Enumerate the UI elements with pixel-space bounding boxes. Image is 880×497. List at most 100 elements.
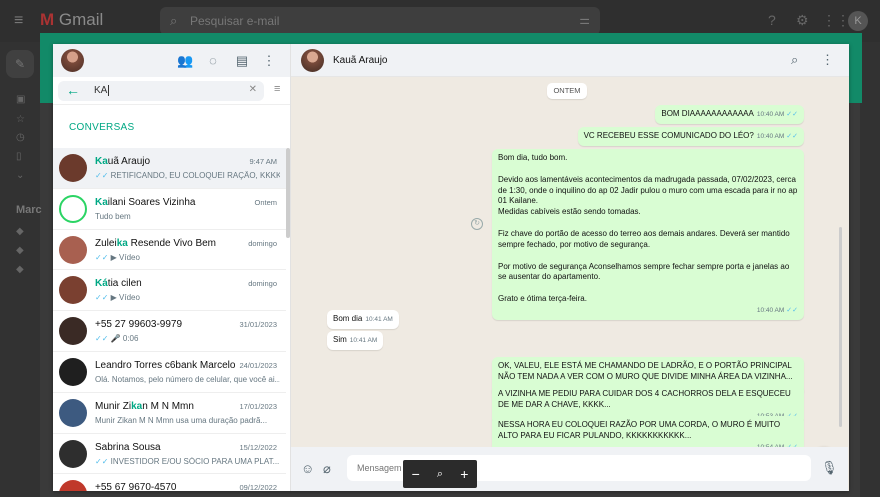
- gmail-search-input[interactable]: ⌕ Pesquisar e-mail ⚌: [160, 7, 600, 35]
- conversation-item[interactable]: +55 27 99603-9979 31/01/2023 ✓✓ 🎤 0:06: [53, 311, 286, 352]
- attach-icon[interactable]: ⌀: [323, 461, 331, 477]
- new-chat-icon[interactable]: ▤: [234, 53, 250, 69]
- conversation-item[interactable]: Leandro Torres c6bank Marcelo ... 24/01/2…: [53, 352, 286, 393]
- read-ticks-icon: ✓✓: [95, 334, 109, 344]
- conversation-item[interactable]: Sabrina Sousa 15/12/2022 ✓✓ INVESTIDOR E/O…: [53, 434, 286, 475]
- message-time: 10:41 AM: [349, 337, 378, 344]
- label-icon[interactable]: ◆: [16, 245, 24, 256]
- message-paragraph: Grato e ótima terça-feira.: [498, 294, 587, 304]
- clock-icon[interactable]: ◷: [16, 132, 25, 143]
- contact-avatar[interactable]: [59, 317, 87, 346]
- gmail-brand: Gmail: [58, 10, 104, 29]
- close-icon[interactable]: ✕: [249, 84, 257, 95]
- contact-avatar[interactable]: [59, 194, 87, 223]
- zoom-out-icon[interactable]: −: [412, 466, 420, 482]
- section-label-conversations: CONVERSAS: [69, 122, 135, 133]
- inbox-icon[interactable]: ▣: [16, 94, 25, 105]
- search-options-icon[interactable]: ⚌: [579, 13, 590, 27]
- conversation-name: Zuleika Resende Vivo Bem: [95, 238, 235, 249]
- microphone-icon[interactable]: 🎙: [821, 460, 838, 476]
- contact-avatar[interactable]: [59, 357, 87, 386]
- conversation-item[interactable]: Kauã Araujo 9:47 AM ✓✓ RETIFICANDO, EU COL…: [53, 148, 286, 189]
- message-paragraph: Medidas cabíveis estão sendo tomadas.: [498, 207, 641, 217]
- name-match: Ká: [95, 278, 108, 290]
- name-match: Ka: [95, 196, 108, 208]
- outgoing-message[interactable]: Bom dia, tudo bom. Devido aos lamentáveis…: [492, 149, 804, 320]
- emoji-icon[interactable]: ☺: [301, 461, 314, 476]
- chat-search-input[interactable]: ← KA ✕: [58, 81, 264, 101]
- name-part: +55 27 99603-9979: [95, 319, 183, 331]
- zoom-icon[interactable]: ⌕: [437, 468, 443, 481]
- outgoing-message[interactable]: BOM DIAAAAAAAAAAAA 10:40 AM ✓✓: [655, 105, 804, 124]
- contact-name[interactable]: Kauã Araujo: [333, 55, 388, 66]
- chat-list-scrollbar[interactable]: [286, 148, 290, 238]
- contact-avatar[interactable]: [59, 439, 87, 468]
- more-options-icon[interactable]: ⋮: [821, 52, 834, 68]
- conversation-name: Sabrina Sousa: [95, 442, 235, 453]
- outgoing-message[interactable]: NESSA HORA EU COLOQUEI RAZÃO POR UMA COR…: [492, 416, 804, 447]
- contact-avatar[interactable]: [301, 49, 324, 72]
- expand-icon[interactable]: ⌄: [16, 170, 24, 181]
- contact-avatar[interactable]: [59, 235, 87, 264]
- help-icon[interactable]: ?: [768, 12, 776, 28]
- menu-icon[interactable]: ≡: [14, 12, 23, 30]
- name-match: ka: [116, 237, 128, 249]
- name-part: Resende Vivo Bem: [127, 237, 217, 249]
- conversation-item[interactable]: Kátia cilen domingo ✓✓ ▶ Vídeo: [53, 270, 286, 312]
- star-icon[interactable]: ☆: [16, 114, 25, 125]
- file-icon[interactable]: ▯: [16, 151, 22, 162]
- message-time: 10:41 AM: [365, 316, 393, 323]
- message-composer: ☺ ⌀ 🎙: [291, 447, 848, 491]
- forward-icon[interactable]: ↻: [471, 218, 483, 230]
- preview-text: Olá. Notamos, pelo número de celular, qu…: [95, 374, 280, 384]
- compose-icon[interactable]: ✎: [6, 50, 34, 78]
- filter-icon[interactable]: ≡: [274, 84, 284, 95]
- incoming-message[interactable]: Bom dia 10:41 AM: [327, 310, 399, 329]
- search-icon[interactable]: ⌕: [791, 52, 798, 68]
- conversation-time: 17/01/2023: [239, 401, 277, 411]
- conversation-time: domingo: [248, 238, 277, 248]
- apps-grid-icon[interactable]: ⋮⋮: [822, 12, 850, 29]
- read-ticks-icon: ✓✓: [95, 293, 109, 303]
- profile-avatar[interactable]: [61, 49, 84, 72]
- contact-avatar[interactable]: [59, 276, 87, 305]
- message-text: A VIZINHA ME PEDIU PARA CUIDAR DOS 4 CAC…: [498, 389, 791, 409]
- contact-avatar[interactable]: [59, 154, 87, 182]
- name-match: ka: [131, 400, 143, 412]
- gear-icon[interactable]: ⚙: [796, 12, 809, 29]
- zoom-in-icon[interactable]: +: [460, 466, 468, 482]
- label-icon[interactable]: ◆: [16, 226, 24, 237]
- gmail-logo[interactable]: M Gmail: [40, 10, 103, 30]
- conversation-item[interactable]: Kailani Soares Vizinha Ontem Tudo bem: [53, 189, 286, 230]
- outgoing-message[interactable]: VC RECEBEU ESSE COMUNICADO DO LÉO? 10:40 …: [577, 127, 804, 146]
- incoming-message[interactable]: Sim 10:41 AM: [327, 331, 384, 350]
- label-icon[interactable]: ◆: [16, 264, 24, 275]
- conversation-time: 09/12/2022: [239, 483, 277, 491]
- name-part: Munir Zi: [95, 400, 132, 412]
- conversation-name: Kauã Araujo: [95, 156, 235, 167]
- read-ticks-icon: ✓✓: [95, 171, 109, 180]
- back-arrow-icon[interactable]: ←: [66, 82, 80, 98]
- contact-avatar[interactable]: [59, 480, 87, 491]
- conversation-name: +55 67 9670-4570: [95, 482, 235, 491]
- contact-avatar[interactable]: [59, 398, 87, 427]
- read-ticks-icon: ✓✓: [784, 111, 798, 118]
- conversation-name: Munir Zikan M N Mmn: [95, 401, 235, 412]
- communities-icon[interactable]: 👥: [177, 53, 193, 69]
- chat-scrollbar[interactable]: [839, 227, 842, 427]
- chat-header[interactable]: Kauã Araujo ⌕ ⋮: [291, 44, 849, 77]
- conversation-name: Leandro Torres c6bank Marcelo ...: [95, 360, 235, 371]
- account-avatar[interactable]: K: [848, 11, 868, 31]
- conversation-item[interactable]: +55 67 9670-4570 09/12/2022: [53, 474, 286, 491]
- conversation-item[interactable]: Munir Zikan M N Mmn 17/01/2023 Munir Zikan…: [53, 393, 286, 434]
- more-options-icon[interactable]: ⋮: [261, 53, 277, 69]
- name-part: Leandro Torres c6bank Marcelo ...: [95, 359, 235, 371]
- message-text: VC RECEBEU ESSE COMUNICADO DO LÉO?: [583, 131, 754, 140]
- search-value: KA: [94, 85, 110, 96]
- conversation-item[interactable]: Zuleika Resende Vivo Bem domingo ✓✓ ▶ Víde…: [53, 230, 286, 271]
- chat-panel: Kauã Araujo ⌕ ⋮ ONTEM BOM DIAAAAAAAAAAAA…: [291, 44, 849, 491]
- labels-heading: Marc: [16, 204, 42, 216]
- conversation-preview: Olá. Notamos, pelo número de celular, qu…: [95, 375, 280, 384]
- status-icon[interactable]: ◌: [205, 53, 221, 69]
- preview-text: RETIFICANDO, EU COLOQUEI RAÇÃO, KKKK: [110, 171, 280, 180]
